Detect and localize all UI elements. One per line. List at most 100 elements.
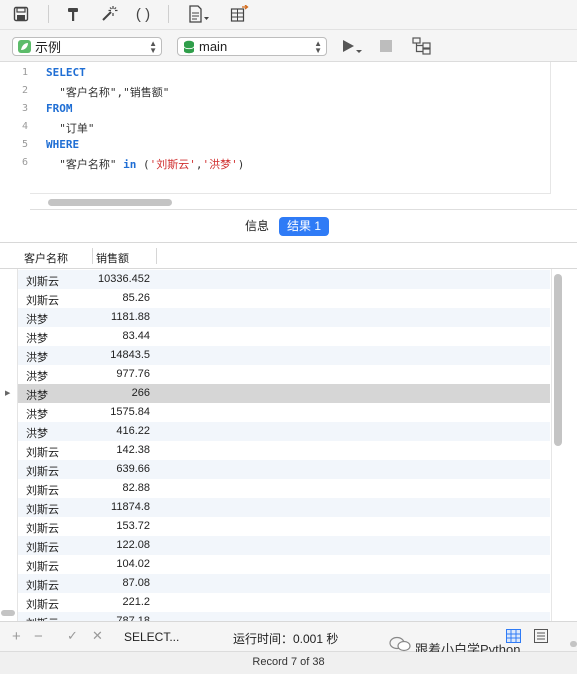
table-row[interactable]: 刘斯云 11874.8 [18,498,550,517]
run-icon[interactable] [342,39,362,58]
cell-sales[interactable]: 104.02 [94,558,150,570]
grid-header: 客户名称 销售额 [0,244,577,269]
table-row[interactable]: 洪梦 1181.88 [18,308,550,327]
table-row[interactable]: 洪梦 416.22 [18,422,550,441]
table-row[interactable]: 刘斯云 639.66 [18,460,550,479]
schema-select[interactable]: main ▲ ▼ [177,37,327,56]
table-export-icon[interactable] [229,4,251,24]
editor-border [550,62,551,194]
table-row[interactable]: 洪梦 83.44 [18,327,550,346]
cell-sales[interactable]: 153.72 [94,520,150,532]
table-row[interactable]: 刘斯云 221.2 [18,593,550,612]
cell-sales[interactable]: 14843.5 [94,349,150,361]
table-row[interactable]: 洪梦 977.76 [18,365,550,384]
cell-sales[interactable]: 85.26 [94,292,150,304]
connection-selector-bar: 示例 ▲ ▼ main ▲ ▼ [0,30,577,62]
cell-sales[interactable]: 142.38 [94,444,150,456]
cell-customer-name[interactable]: 刘斯云 [26,539,59,555]
discard-changes-button[interactable]: ✕ [92,628,103,644]
cell-sales[interactable]: 977.76 [94,368,150,380]
cell-customer-name[interactable]: 刘斯云 [26,501,59,517]
column-divider[interactable] [92,248,93,264]
current-row-marker-icon: ▶ [5,390,11,397]
sql-paren: ( [136,158,150,171]
cell-customer-name[interactable]: 洪梦 [26,330,48,346]
apply-changes-button[interactable]: ✓ [67,628,78,644]
record-position-text: Record 7 of 38 [252,656,325,668]
column-divider[interactable] [156,248,157,264]
cell-customer-name[interactable]: 刘斯云 [26,463,59,479]
line-number: 4 [21,121,28,132]
table-row[interactable]: 刘斯云 153.72 [18,517,550,536]
cell-sales[interactable]: 416.22 [94,425,150,437]
result-tabs: 信息 结果 1 [0,210,577,243]
result-grid: 客户名称 销售额 刘斯云 10336.452 刘斯云 85.26 洪梦 1181.88 洪梦… [0,244,577,622]
tab-result-1[interactable]: 结果 1 [279,217,330,236]
explain-plan-icon[interactable] [412,37,432,58]
editor-horizontal-scrollbar[interactable] [48,199,172,206]
document-icon[interactable] [188,4,210,24]
sql-identifier-list: "客户名称","销售额" [46,86,170,99]
cell-customer-name[interactable]: 刘斯云 [26,482,59,498]
cell-customer-name[interactable]: 刘斯云 [26,292,59,308]
save-icon[interactable] [10,4,32,24]
grid-view-icon[interactable] [506,629,521,646]
cell-customer-name[interactable]: 刘斯云 [26,273,59,289]
tab-info[interactable]: 信息 [237,217,277,236]
toolbar-divider [168,5,169,23]
cell-customer-name[interactable]: 刘斯云 [26,520,59,536]
schema-db-icon [183,40,195,53]
sql-keyword: in [123,158,137,171]
sql-comma: , [195,158,203,171]
cell-sales[interactable]: 1181.88 [94,311,150,323]
cell-sales[interactable]: 1575.84 [94,406,150,418]
cell-sales[interactable]: 83.44 [94,330,150,342]
grid-vertical-scrollbar[interactable] [554,274,562,446]
cell-customer-name[interactable]: 刘斯云 [26,444,59,460]
cell-customer-name[interactable]: 刘斯云 [26,577,59,593]
cell-sales[interactable]: 11874.8 [94,501,150,513]
sql-keyword: SELECT [46,66,86,79]
table-row[interactable]: 刘斯云 87.08 [18,574,550,593]
table-row[interactable]: 刘斯云 122.08 [18,536,550,555]
sql-editor[interactable]: 1 2 3 4 5 6 SELECT "客户名称","销售额" FROM "订单… [0,62,577,210]
magic-wand-icon[interactable] [98,4,120,24]
table-row[interactable]: 刘斯云 82.88 [18,479,550,498]
column-header-customer-name[interactable]: 客户名称 [24,250,68,266]
code-line: FROM [46,102,73,115]
cell-sales[interactable]: 221.2 [94,596,150,608]
table-row[interactable]: 洪梦 1575.84 [18,403,550,422]
table-row[interactable]: 刘斯云 142.38 [18,441,550,460]
cell-customer-name[interactable]: 刘斯云 [26,596,59,612]
table-row[interactable]: 刘斯云 104.02 [18,555,550,574]
form-view-icon[interactable] [534,629,548,646]
database-select[interactable]: 示例 ▲ ▼ [12,37,162,56]
cell-customer-name[interactable]: 洪梦 [26,368,48,384]
cell-customer-name[interactable]: 洪梦 [26,406,48,422]
table-row[interactable]: 洪梦 14843.5 [18,346,550,365]
parentheses-icon[interactable]: ( ) [132,4,154,24]
hammer-icon[interactable] [62,4,84,24]
cell-sales[interactable]: 87.08 [94,577,150,589]
status-bar: + − ✓ ✕ SELECT... 运行时间：0.001 秒 跟着小白学Pyth… [0,622,577,657]
table-row[interactable]: 刘斯云 10336.452 [18,270,550,289]
grid-horizontal-scrollbar[interactable] [1,610,15,616]
cell-customer-name[interactable]: 洪梦 [26,349,48,365]
cell-customer-name[interactable]: 洪梦 [26,311,48,327]
table-row[interactable]: 洪梦 266 [18,384,550,403]
record-bar: Record 7 of 38 [0,652,577,674]
table-row[interactable]: 刘斯云 85.26 [18,289,550,308]
delete-row-button[interactable]: − [34,628,43,645]
cell-sales[interactable]: 82.88 [94,482,150,494]
column-header-sales[interactable]: 销售额 [96,250,129,266]
cell-sales[interactable]: 266 [94,387,150,399]
code-line: "客户名称" in ('刘斯云','洪梦') [46,156,244,172]
cell-sales[interactable]: 639.66 [94,463,150,475]
cell-sales[interactable]: 122.08 [94,539,150,551]
add-row-button[interactable]: + [12,628,21,645]
cell-customer-name[interactable]: 洪梦 [26,387,48,403]
cell-customer-name[interactable]: 洪梦 [26,425,48,441]
cell-customer-name[interactable]: 刘斯云 [26,558,59,574]
cell-sales[interactable]: 10336.452 [94,273,150,285]
stop-icon[interactable] [380,40,392,55]
